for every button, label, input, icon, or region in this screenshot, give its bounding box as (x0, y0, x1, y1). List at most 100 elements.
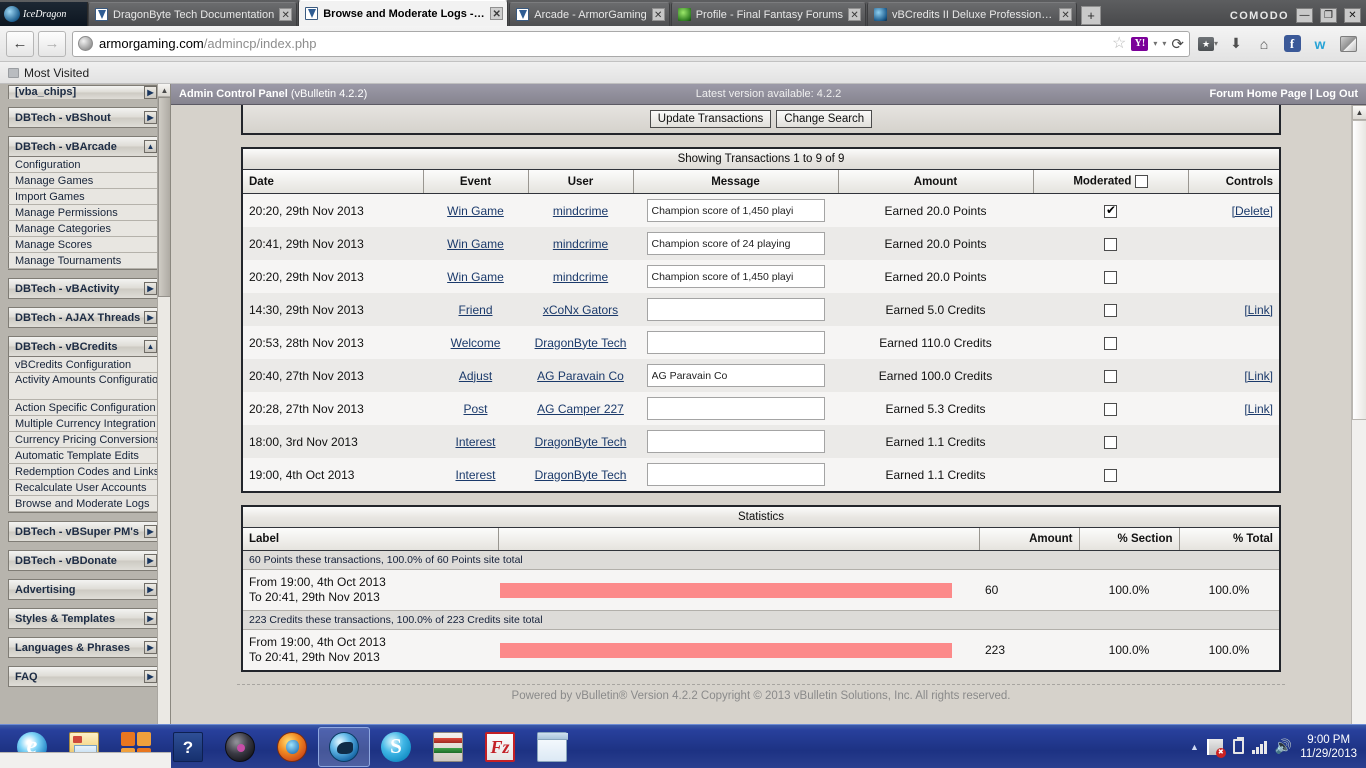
reload-icon[interactable]: ⟳ (1171, 35, 1184, 53)
taskbar-media-disc[interactable] (214, 727, 266, 767)
update-transactions-button[interactable]: Update Transactions (649, 110, 772, 128)
page-scroll-thumb[interactable] (1352, 120, 1366, 420)
moderated-checkbox[interactable] (1104, 237, 1117, 251)
chevron-right-icon[interactable]: ▶ (144, 311, 157, 324)
event-link[interactable]: Friend (458, 303, 492, 317)
clock[interactable]: 9:00 PM 11/29/2013 (1300, 733, 1357, 761)
sidebar-header-languages-phrases[interactable]: Languages & Phrases ▶ (8, 637, 162, 658)
sidebar-item-browse-and-moderate-logs[interactable]: Browse and Moderate Logs (8, 496, 162, 512)
facebook-button[interactable]: f (1280, 32, 1304, 56)
sidebar-header-vba-chips[interactable]: [vba_chips] ▶ (8, 85, 162, 99)
bookmarks-menu-button[interactable]: ★ ▾ (1196, 32, 1220, 56)
sidebar-item-activity-amounts-configuration[interactable]: Activity Amounts Configuration (8, 373, 164, 400)
user-link[interactable]: mindcrime (553, 204, 608, 218)
signal-bars-icon[interactable] (1251, 740, 1267, 754)
user-link[interactable]: DragonByte Tech (535, 435, 627, 449)
message-input[interactable] (646, 199, 825, 222)
sidebar-header-vbdonate[interactable]: DBTech - vBDonate ▶ (8, 550, 162, 571)
sidebar-item-multiple-currency-integration[interactable]: Multiple Currency Integration (8, 416, 162, 432)
yahoo-icon[interactable]: Y! (1131, 36, 1149, 51)
sidebar-header-styles-templates[interactable]: Styles & Templates ▶ (8, 608, 162, 629)
link-link[interactable]: [Link] (1244, 402, 1273, 416)
close-icon[interactable]: ✕ (490, 7, 504, 20)
close-icon[interactable]: ✕ (848, 8, 862, 21)
message-input[interactable] (646, 364, 825, 387)
chevron-right-icon[interactable]: ▶ (144, 612, 157, 625)
taskbar-comodo-icedragon[interactable] (318, 726, 370, 767)
sidebar-item-manage-tournaments[interactable]: Manage Tournaments (8, 253, 162, 269)
chevron-right-icon[interactable]: ▶ (144, 554, 157, 567)
taskbar-winrar[interactable] (422, 727, 474, 767)
taskbar-notepad[interactable] (526, 727, 578, 767)
moderated-checkbox[interactable] (1104, 203, 1117, 218)
show-hidden-icons-icon[interactable]: ▲ (1190, 742, 1199, 752)
close-icon[interactable]: ✕ (651, 8, 665, 21)
moderated-checkbox[interactable] (1104, 369, 1117, 383)
sidebar-scrollbar[interactable]: ▲ ▼ (157, 84, 170, 768)
sidebar-item-configuration[interactable]: Configuration (8, 157, 162, 173)
sidebar-item-manage-permissions[interactable]: Manage Permissions (8, 205, 162, 221)
chevron-down-icon[interactable]: ▾ (1153, 39, 1157, 48)
taskbar-filezilla[interactable]: Fz (474, 727, 526, 767)
event-link[interactable]: Post (463, 402, 487, 416)
home-button[interactable]: ⌂ (1252, 32, 1276, 56)
screenshot-button[interactable] (1336, 32, 1360, 56)
bookmark-star-icon[interactable]: ☆ (1112, 35, 1126, 52)
bookmark-most-visited[interactable]: Most Visited (24, 66, 89, 80)
sidebar-item-automatic-template-edits[interactable]: Automatic Template Edits (8, 448, 162, 464)
chevron-up-icon[interactable]: ▲ (144, 340, 157, 353)
user-link[interactable]: xCoNx Gators (543, 303, 618, 317)
sidebar-item-manage-games[interactable]: Manage Games (8, 173, 162, 189)
message-input[interactable] (646, 430, 825, 453)
scroll-up-icon[interactable]: ▲ (1352, 105, 1366, 120)
change-search-button[interactable]: Change Search (776, 110, 873, 128)
chevron-right-icon[interactable]: ▶ (144, 86, 157, 99)
browser-tab-1-active[interactable]: Browse and Moderate Logs - A... ✕ (298, 0, 509, 26)
close-icon[interactable]: ✕ (279, 8, 293, 21)
moderated-select-all-checkbox[interactable] (1134, 175, 1148, 188)
sidebar-header-ajax-threads[interactable]: DBTech - AJAX Threads ▶ (8, 307, 162, 328)
message-input[interactable] (646, 298, 825, 321)
sidebar-item-action-specific-configuration[interactable]: Action Specific Configuration (8, 400, 162, 416)
sidebar-header-faq[interactable]: FAQ ▶ (8, 666, 162, 687)
chevron-right-icon[interactable]: ▶ (144, 282, 157, 295)
user-link[interactable]: mindcrime (553, 270, 608, 284)
link-link[interactable]: [Link] (1244, 369, 1273, 383)
sidebar-item-redemption-codes-and-links[interactable]: Redemption Codes and Links (8, 464, 162, 480)
message-input[interactable] (646, 331, 825, 354)
address-bar[interactable]: armorgaming.com/admincp/index.php ☆ Y! ▾… (72, 30, 1190, 57)
network-flag-icon[interactable] (1206, 738, 1226, 758)
chevron-down-icon-2[interactable]: ▾ (1162, 39, 1166, 48)
event-link[interactable]: Win Game (447, 270, 504, 284)
event-link[interactable]: Interest (455, 435, 495, 449)
message-input[interactable] (646, 463, 825, 486)
chevron-right-icon[interactable]: ▶ (144, 641, 157, 654)
sidebar-bottom-scrollbar[interactable] (0, 752, 171, 768)
event-link[interactable]: Welcome (451, 336, 501, 350)
chevron-right-icon[interactable]: ▶ (144, 670, 157, 683)
sidebar-item-manage-scores[interactable]: Manage Scores (8, 237, 162, 253)
chevron-up-icon[interactable]: ▲ (144, 140, 157, 153)
moderated-checkbox[interactable] (1104, 270, 1117, 284)
link-link[interactable]: [Link] (1244, 303, 1273, 317)
browser-tab-2[interactable]: Arcade - ArmorGaming ✕ (509, 2, 670, 26)
event-link[interactable]: Adjust (459, 369, 492, 383)
sidebar-header-vbcredits[interactable]: DBTech - vBCredits ▲ (8, 336, 162, 357)
browser-tab-4[interactable]: vBCredits II Deluxe Professional S... ✕ (867, 2, 1078, 26)
close-icon[interactable]: ✕ (1059, 8, 1073, 21)
message-input[interactable] (646, 232, 825, 255)
acp-header-links[interactable]: Forum Home Page | Log Out (1209, 88, 1358, 100)
downloads-button[interactable]: ⬇ (1224, 32, 1248, 56)
user-link[interactable]: AG Paravain Co (537, 369, 624, 383)
chevron-right-icon[interactable]: ▶ (144, 525, 157, 538)
user-link[interactable]: DragonByte Tech (535, 468, 627, 482)
sidebar-item-recalculate-user-accounts[interactable]: Recalculate User Accounts (8, 480, 162, 496)
page-vertical-scrollbar[interactable]: ▲ ▼ (1351, 105, 1366, 752)
chevron-right-icon[interactable]: ▶ (144, 111, 157, 124)
moderated-checkbox[interactable] (1104, 468, 1117, 482)
taskbar-skype[interactable]: S (370, 727, 422, 767)
message-input[interactable] (646, 397, 825, 420)
sidebar-item-vbcredits-configuration[interactable]: vBCredits Configuration (8, 357, 162, 373)
scroll-up-icon[interactable]: ▲ (158, 84, 170, 97)
moderated-checkbox[interactable] (1104, 336, 1117, 350)
